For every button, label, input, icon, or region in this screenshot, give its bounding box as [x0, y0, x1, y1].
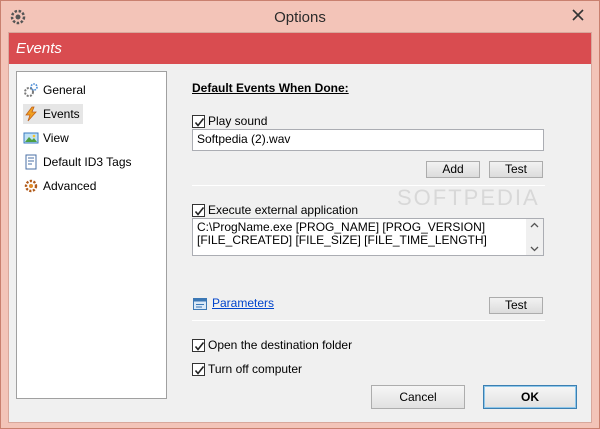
nav-item-view[interactable]: View: [23, 128, 72, 148]
play-sound-label: Play sound: [208, 114, 268, 128]
add-sound-button[interactable]: Add: [426, 161, 480, 178]
nav-item-label: Events: [43, 107, 80, 121]
execute-app-checkbox[interactable]: Execute external application: [192, 202, 358, 218]
test-sound-button[interactable]: Test: [489, 161, 543, 178]
divider: [192, 320, 545, 321]
turn-off-label: Turn off computer: [208, 362, 303, 376]
nav-item-default-id3-tags[interactable]: Default ID3 Tags: [23, 152, 135, 172]
play-sound-checkbox[interactable]: Play sound: [192, 113, 267, 129]
section-banner: Events: [9, 33, 591, 64]
parameters-link[interactable]: Parameters: [212, 296, 274, 310]
nav-item-label: View: [43, 131, 69, 145]
sound-file-input[interactable]: Softpedia (2).wav: [192, 129, 544, 151]
options-nav: General Events View Default ID3 Tags Adv…: [16, 71, 167, 399]
gear-advanced-icon: [23, 178, 39, 194]
cancel-button[interactable]: Cancel: [371, 385, 465, 409]
tag-icon: [23, 154, 39, 170]
command-line-2: [FILE_CREATED] [FILE_SIZE] [FILE_TIME_LE…: [197, 233, 487, 247]
parameters-icon: [193, 297, 207, 311]
turn-off-checkbox[interactable]: Turn off computer: [192, 361, 302, 377]
window-title: Options: [274, 9, 326, 26]
close-icon[interactable]: [569, 6, 587, 24]
checkbox-box[interactable]: [192, 362, 205, 376]
command-line-textarea[interactable]: C:\ProgName.exe [PROG_NAME] [PROG_VERSIO…: [192, 218, 544, 256]
gear-icon: [23, 82, 39, 98]
lightning-icon: [23, 106, 39, 122]
nav-item-general[interactable]: General: [23, 80, 89, 100]
open-folder-checkbox[interactable]: Open the destination folder: [192, 337, 352, 353]
checkbox-box[interactable]: [192, 114, 205, 128]
watermark: SOFTPEDIA: [397, 185, 540, 210]
nav-item-advanced[interactable]: Advanced: [23, 176, 99, 196]
banner-title: Events: [16, 40, 62, 57]
divider: [192, 185, 545, 186]
execute-app-label: Execute external application: [208, 203, 359, 217]
textarea-scrollbar[interactable]: [526, 219, 543, 255]
checkbox-box[interactable]: [192, 338, 205, 352]
title-bar[interactable]: Options: [1, 1, 599, 32]
checkbox-box[interactable]: [192, 203, 205, 217]
options-window: Options Events General Events View Defau…: [0, 0, 600, 429]
section-title: Default Events When Done:: [192, 81, 349, 95]
open-folder-label: Open the destination folder: [208, 338, 353, 352]
picture-icon: [23, 130, 39, 146]
ok-button[interactable]: OK: [483, 385, 577, 409]
nav-item-label: Advanced: [43, 179, 97, 193]
nav-item-label: General: [43, 83, 86, 97]
nav-item-events[interactable]: Events: [23, 104, 83, 124]
dialog-client: Events General Events View Default ID3 T…: [8, 32, 592, 423]
test-app-button[interactable]: Test: [489, 297, 543, 314]
nav-item-label: Default ID3 Tags: [43, 155, 132, 169]
